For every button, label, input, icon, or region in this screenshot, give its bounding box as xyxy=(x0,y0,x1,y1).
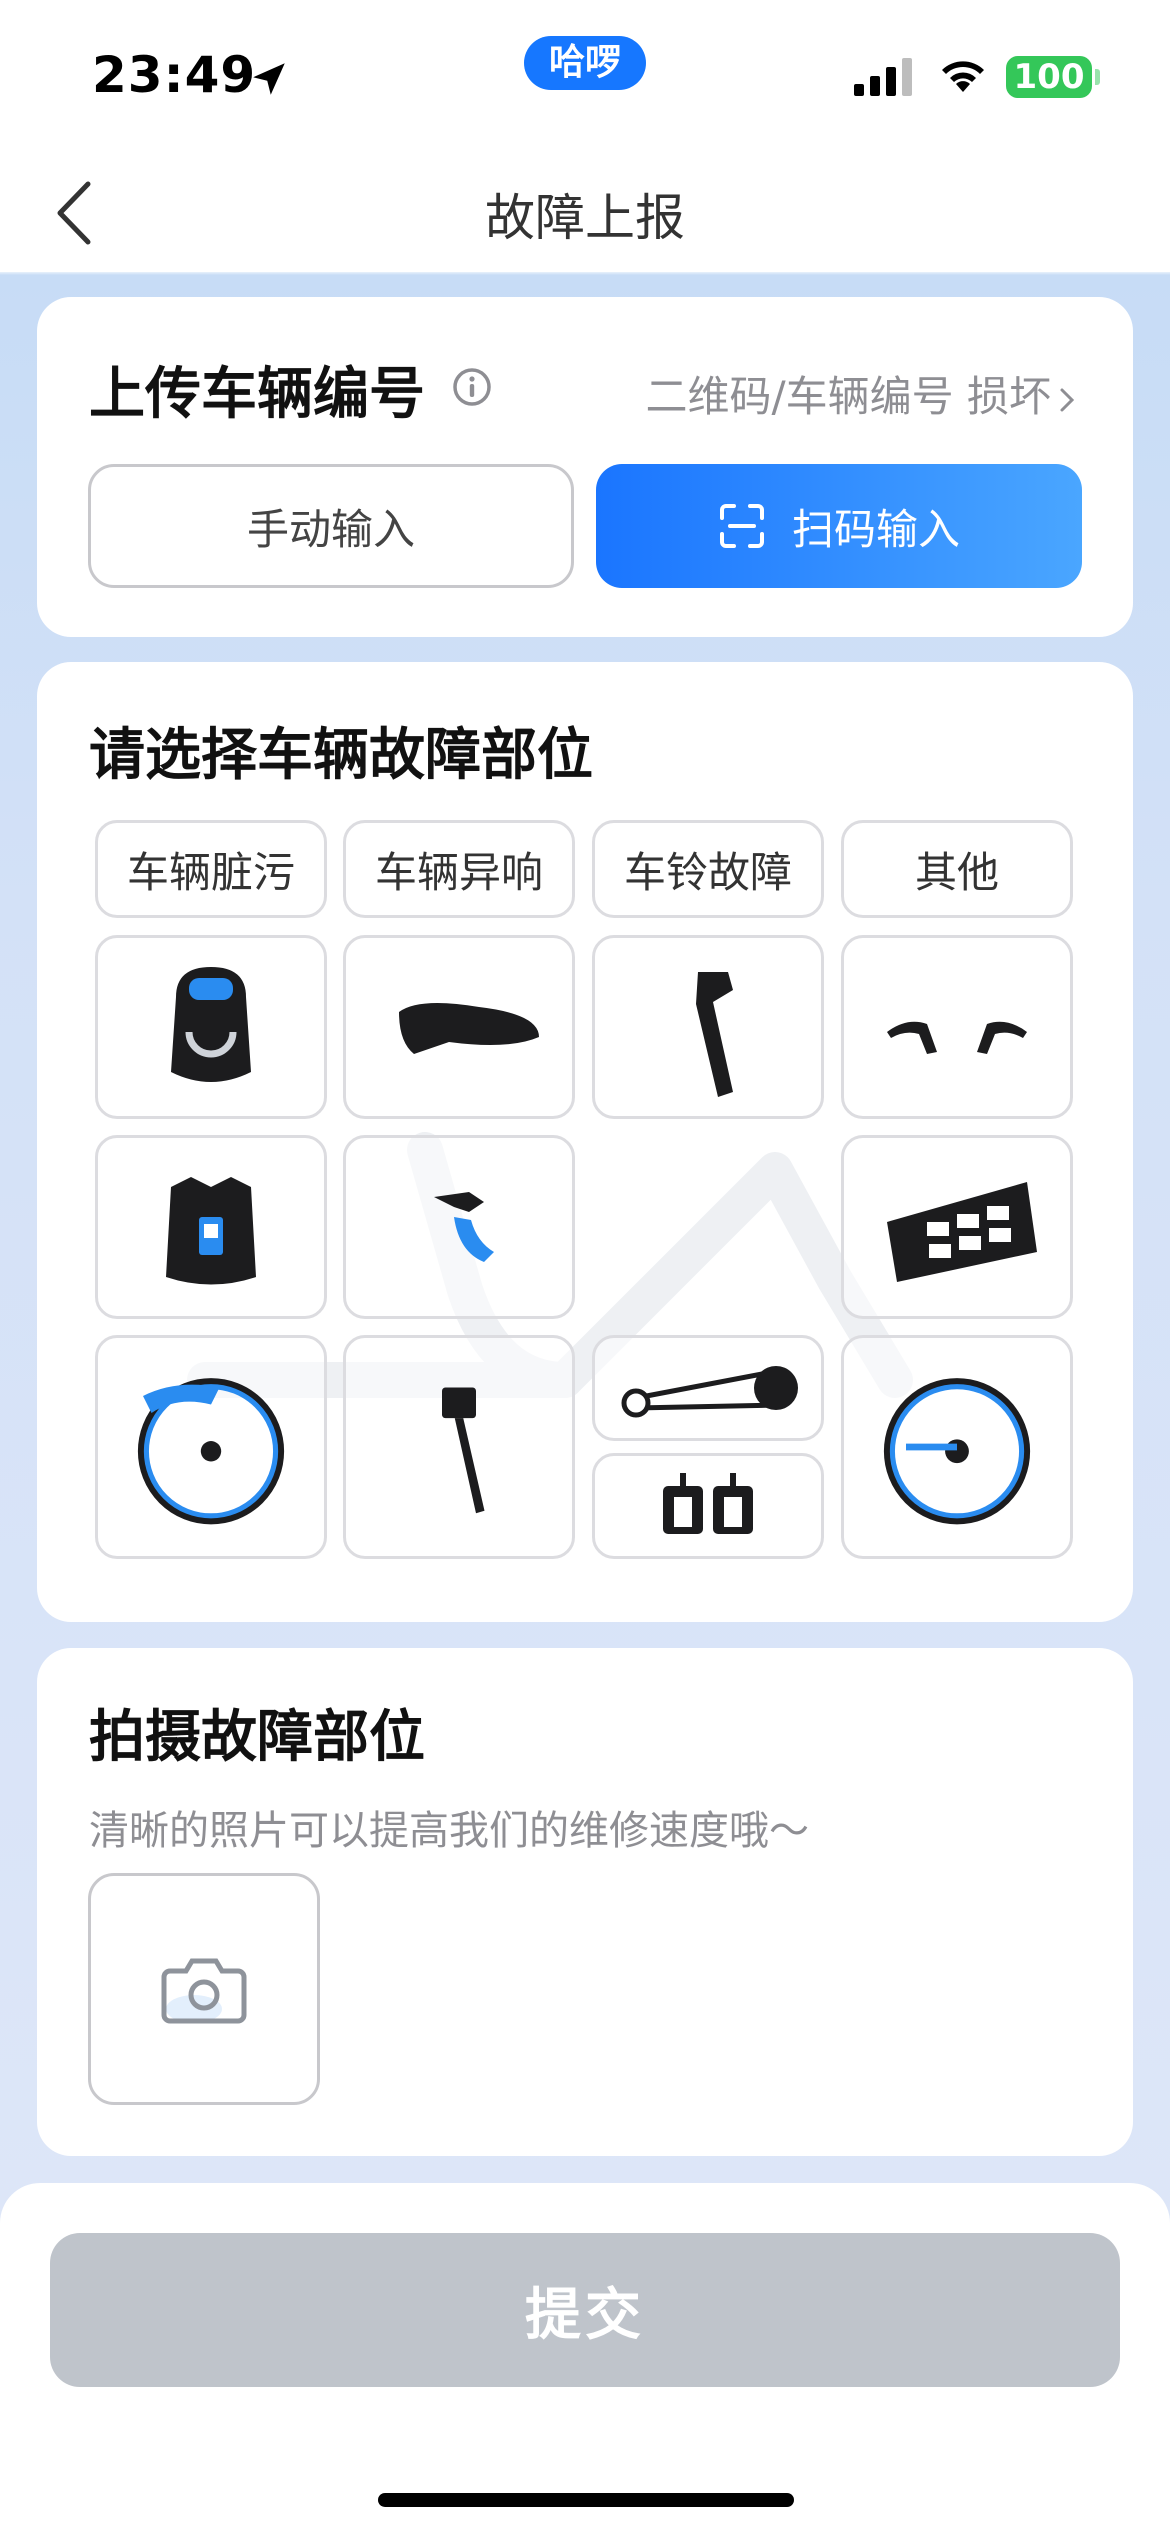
part-basket[interactable] xyxy=(841,1135,1073,1319)
fault-parts-card: 请选择车辆故障部位 车辆脏污 车辆异响 车铃故障 其他 xyxy=(37,662,1133,1622)
status-time: 23:49 xyxy=(92,46,257,104)
part-saddle[interactable] xyxy=(343,935,575,1119)
scan-input-button[interactable]: 扫码输入 xyxy=(596,464,1082,588)
saddle-icon xyxy=(399,1003,539,1054)
app-pill[interactable]: 哈啰 xyxy=(524,36,646,90)
upload-title: 上传车辆编号 xyxy=(89,362,425,427)
qr-broken-link[interactable]: 二维码/车辆编号 损坏 xyxy=(645,363,1075,424)
part-rear-wheel[interactable] xyxy=(95,1335,327,1559)
upload-number-card: 上传车辆编号 二维码/车辆编号 损坏 手动输入 扫码输入 xyxy=(37,297,1133,637)
bottom-panel: 提交 xyxy=(0,2183,1170,2532)
battery-indicator: 100 xyxy=(1006,56,1092,98)
battery-cap xyxy=(1095,69,1100,85)
part-rear-plate[interactable] xyxy=(95,1135,327,1319)
chevron-right-icon xyxy=(1060,388,1075,411)
rear-plate-icon xyxy=(166,1177,256,1285)
part-tag-dirty[interactable]: 车辆脏污 xyxy=(95,820,327,918)
status-bar: 23:49 哈啰 100 xyxy=(0,0,1170,150)
brake-lever-icon xyxy=(887,1021,1027,1054)
bell-icon xyxy=(434,1192,494,1262)
part-lock[interactable] xyxy=(95,935,327,1119)
pedals-icon xyxy=(663,1473,753,1534)
wifi-icon xyxy=(942,61,984,92)
page-title: 故障上报 xyxy=(485,189,685,247)
front-wheel-icon xyxy=(883,1378,1031,1525)
part-tag-label: 车铃故障 xyxy=(623,847,792,897)
fault-parts-title: 请选择车辆故障部位 xyxy=(89,723,593,788)
kickstand-icon xyxy=(442,1387,485,1514)
nav-bar: 故障上报 xyxy=(0,150,1170,272)
rear-wheel-icon xyxy=(137,1378,285,1525)
submit-label: 提交 xyxy=(525,2282,645,2348)
part-tag-label: 车辆脏污 xyxy=(126,847,295,897)
photo-subtitle: 清晰的照片可以提高我们的维修速度哦～ xyxy=(89,1808,809,1854)
part-tag-noise[interactable]: 车辆异响 xyxy=(343,820,575,918)
home-indicator xyxy=(378,2493,794,2507)
part-tag-other[interactable]: 其他 xyxy=(841,820,1073,918)
fault-parts-grid: 车辆脏污 车辆异响 车铃故障 其他 xyxy=(95,820,1075,1580)
stem-icon xyxy=(696,972,733,1097)
photo-card: 拍摄故障部位 清晰的照片可以提高我们的维修速度哦～ xyxy=(37,1648,1133,2156)
photo-upload-button[interactable] xyxy=(88,1873,320,2105)
submit-button[interactable]: 提交 xyxy=(50,2233,1120,2387)
part-tag-label: 其他 xyxy=(914,847,999,897)
scan-input-label: 扫码输入 xyxy=(791,504,960,554)
part-tag-label: 车辆异响 xyxy=(374,847,543,897)
camera-icon xyxy=(161,1958,247,2024)
info-icon[interactable] xyxy=(452,367,492,407)
part-kickstand[interactable] xyxy=(343,1335,575,1559)
scan-icon xyxy=(719,504,764,548)
part-front-wheel[interactable] xyxy=(841,1335,1073,1559)
part-bell[interactable] xyxy=(343,1135,575,1319)
signal-icon xyxy=(854,58,912,96)
lock-icon xyxy=(171,967,251,1082)
photo-title: 拍摄故障部位 xyxy=(89,1705,425,1770)
qr-broken-label: 二维码/车辆编号 损坏 xyxy=(645,372,1051,421)
manual-input-button[interactable]: 手动输入 xyxy=(88,464,574,588)
basket-icon xyxy=(887,1182,1037,1282)
manual-input-label: 手动输入 xyxy=(246,504,415,554)
part-pedals[interactable] xyxy=(592,1453,824,1559)
part-tag-bell[interactable]: 车铃故障 xyxy=(592,820,824,918)
location-arrow-icon xyxy=(253,63,285,95)
part-brake[interactable] xyxy=(841,935,1073,1119)
part-stem[interactable] xyxy=(592,935,824,1119)
